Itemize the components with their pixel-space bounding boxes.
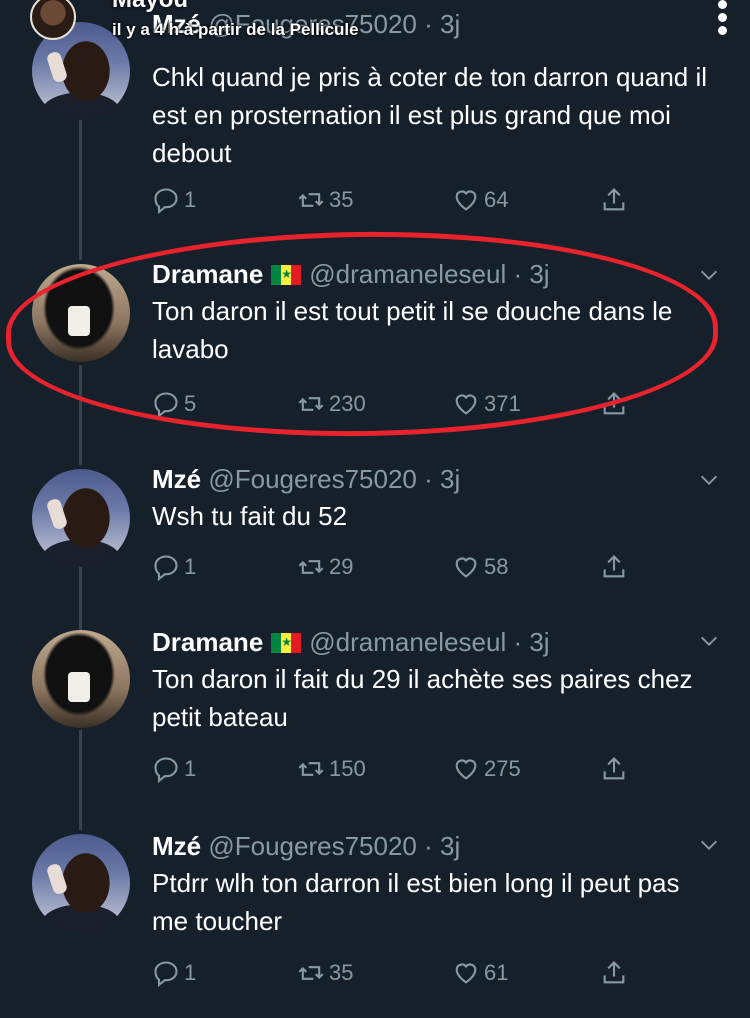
more-options-icon[interactable] (714, 0, 730, 40)
like-count: 58 (484, 554, 509, 579)
retweet-icon (298, 560, 324, 574)
retweet-count: 150 (329, 756, 366, 781)
reply-count: 1 (184, 554, 197, 579)
share-icon (603, 757, 625, 780)
avatar[interactable] (32, 630, 130, 728)
thread-connector (79, 565, 82, 630)
tweet-text: Chkl quand je pris à coter de ton darron… (152, 62, 708, 168)
share-button[interactable] (600, 550, 632, 584)
thread-connector (79, 730, 82, 830)
reply-icon (154, 188, 178, 214)
tweet-time: · 3j (424, 464, 461, 494)
retweet-count: 230 (329, 391, 366, 416)
heart-icon (455, 557, 477, 578)
story-avatar[interactable] (30, 0, 76, 40)
retweet-button[interactable]: 150 (297, 752, 366, 786)
like-button[interactable]: 58 (452, 550, 508, 584)
retweet-icon (298, 397, 324, 411)
story-source-caption: il y a 4 h à partir de la Pellicule (112, 20, 359, 39)
share-icon (603, 392, 625, 415)
heart-icon (455, 963, 477, 984)
share-icon (603, 188, 625, 211)
display-name[interactable]: Dramane (152, 627, 263, 657)
reply-button[interactable]: 1 (152, 183, 196, 217)
user-handle[interactable]: @dramaneleseul (309, 259, 506, 289)
share-icon (603, 555, 625, 578)
display-name[interactable]: Dramane (152, 259, 263, 289)
thread-connector (79, 365, 82, 465)
retweet-icon (298, 966, 324, 980)
reply-icon (154, 757, 178, 783)
senegal-flag-icon (271, 633, 302, 653)
like-count: 275 (484, 756, 521, 781)
tweet-time: · 3j (513, 259, 550, 289)
reply-button[interactable]: 1 (152, 550, 196, 584)
share-button[interactable] (600, 752, 632, 786)
display-name[interactable]: Mzé (152, 464, 201, 494)
like-button[interactable]: 371 (452, 387, 521, 421)
retweet-count: 29 (329, 554, 354, 579)
avatar[interactable] (32, 834, 130, 932)
user-handle[interactable]: @dramaneleseul (309, 627, 506, 657)
tweet-text: Ton daron il est tout petit il se douche… (152, 296, 673, 364)
like-count: 64 (484, 187, 509, 212)
heart-icon (455, 759, 477, 780)
tweet-text: Ton daron il fait du 29 il achète ses pa… (152, 664, 693, 732)
tweet-header: Mzé @Fougeres75020 · 3j (152, 830, 720, 862)
tweet-text: Wsh tu fait du 52 (152, 501, 348, 531)
tweet-actions: 1 35 61 (152, 956, 652, 990)
heart-icon (455, 190, 477, 211)
reply-count: 1 (184, 756, 197, 781)
story-overlay-header: Mayou il y a 4 h à partir de la Pellicul… (0, 0, 750, 48)
tweet-header: Dramane @dramaneleseul · 3j (152, 258, 720, 290)
reply-icon (154, 392, 178, 418)
retweet-count: 35 (329, 187, 354, 212)
reply-count: 1 (184, 187, 197, 212)
reply-button[interactable]: 1 (152, 752, 196, 786)
tweet-actions: 5 230 371 (152, 387, 652, 421)
reply-icon (154, 961, 178, 987)
retweet-button[interactable]: 29 (297, 550, 353, 584)
share-button[interactable] (600, 183, 632, 217)
tweet-actions: 1 150 275 (152, 752, 652, 786)
user-handle[interactable]: @Fougeres75020 (208, 831, 417, 861)
share-button[interactable] (600, 387, 632, 421)
reply-count: 5 (184, 391, 197, 416)
retweet-button[interactable]: 35 (297, 183, 353, 217)
reply-icon (154, 555, 178, 581)
retweet-count: 35 (329, 960, 354, 985)
tweet-header: Mzé @Fougeres75020 · 3j (152, 463, 720, 495)
retweet-button[interactable]: 230 (297, 387, 366, 421)
senegal-flag-icon (271, 265, 302, 285)
display-name[interactable]: Mzé (152, 831, 201, 861)
avatar[interactable] (32, 469, 130, 567)
reply-count: 1 (184, 960, 197, 985)
retweet-icon (298, 762, 324, 776)
like-button[interactable]: 61 (452, 956, 508, 990)
thread-connector (79, 120, 82, 260)
tweet-header: Dramane @dramaneleseul · 3j (152, 626, 720, 658)
like-count: 371 (484, 391, 521, 416)
avatar[interactable] (32, 264, 130, 362)
reply-button[interactable]: 5 (152, 387, 196, 421)
tweet-actions: 1 35 64 (152, 183, 652, 217)
share-icon (603, 961, 625, 984)
tweet-time: · 3j (424, 831, 461, 861)
tweet-time: · 3j (513, 627, 550, 657)
reply-button[interactable]: 1 (152, 956, 196, 990)
heart-icon (455, 394, 477, 415)
share-button[interactable] (600, 956, 632, 990)
user-handle[interactable]: @Fougeres75020 (208, 464, 417, 494)
retweet-button[interactable]: 35 (297, 956, 353, 990)
like-count: 61 (484, 960, 509, 985)
story-username[interactable]: Mayou (112, 0, 188, 14)
like-button[interactable]: 275 (452, 752, 521, 786)
like-button[interactable]: 64 (452, 183, 508, 217)
tweet-actions: 1 29 58 (152, 550, 652, 584)
retweet-icon (298, 193, 324, 207)
tweet-text: Ptdrr wlh ton darron il est bien long il… (152, 868, 680, 936)
